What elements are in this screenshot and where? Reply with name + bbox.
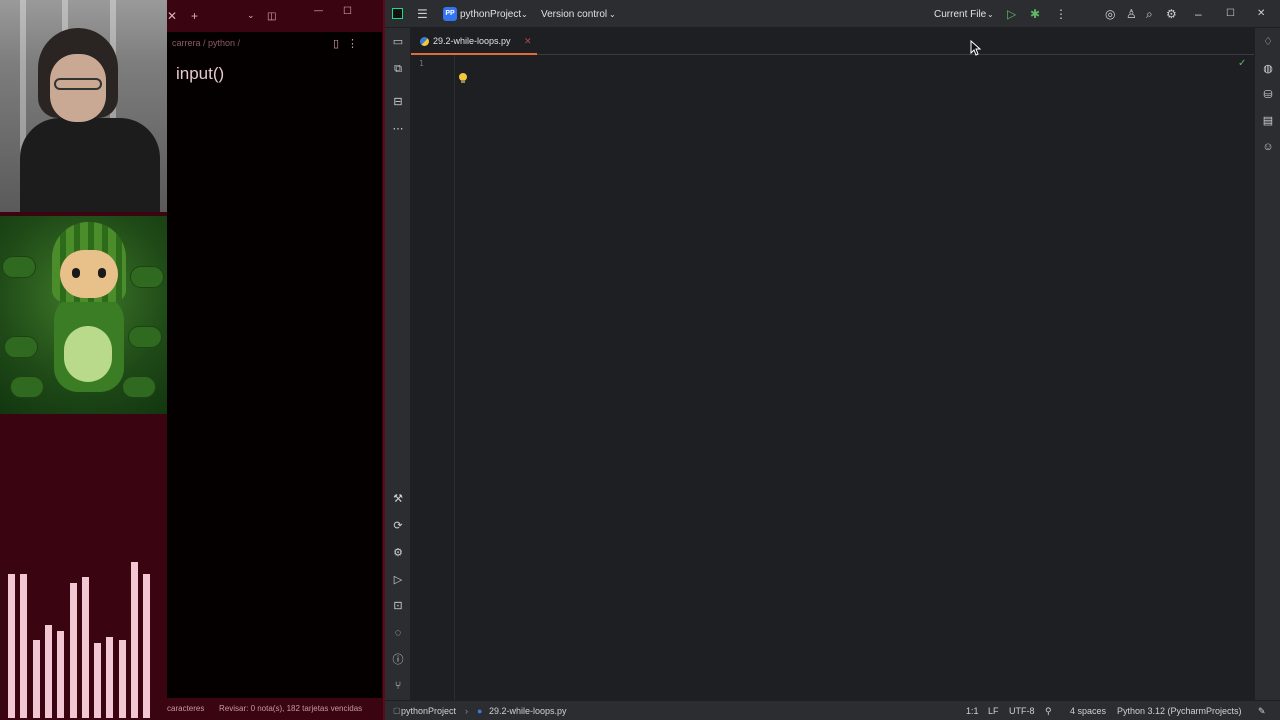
right-tool-strip: ♢ ◍ ⛁ ▤ ☺ — [1254, 28, 1280, 700]
visualizer-bar — [69, 583, 77, 718]
python-file-icon — [420, 37, 429, 46]
more-actions-icon[interactable]: ⋮ — [1055, 7, 1067, 21]
cucumber-cat-image — [0, 216, 167, 414]
version-control-menu[interactable]: Version control — [541, 9, 607, 20]
line-separator[interactable]: LF — [988, 706, 999, 716]
audio-visualizer — [0, 414, 167, 720]
inspection-ok-icon[interactable]: ✓ — [1238, 58, 1246, 69]
reading-view-icon[interactable]: ▯⋮ — [333, 37, 366, 50]
main-menu-icon[interactable]: ☰ — [417, 7, 428, 21]
chevron-down-icon[interactable]: ⌄ — [987, 10, 994, 19]
breadcrumb[interactable]: carrera / python / — [172, 38, 240, 48]
visualizer-bar — [94, 643, 102, 718]
title-bar: ☰ PP pythonProject ⌄ Version control ⌄ C… — [385, 0, 1280, 28]
minimize-icon[interactable]: – — [1195, 7, 1202, 21]
close-icon[interactable]: ✕ — [167, 9, 177, 23]
sidebar-toggle-icon[interactable]: ◫ — [267, 11, 276, 22]
chevron-down-icon[interactable]: ⌄ — [521, 10, 528, 19]
terminal-icon[interactable]: ⊡ — [391, 599, 405, 613]
chevron-down-icon[interactable]: ⌄ — [247, 10, 255, 21]
mouse-cursor-icon — [970, 40, 982, 56]
database-icon[interactable]: ⛁ — [1261, 88, 1275, 102]
tab-while-loops[interactable]: 29.2-while-loops.py ✕ — [411, 28, 537, 55]
run-icon[interactable]: ▷ — [1007, 7, 1016, 21]
services-icon[interactable]: ⚙ — [391, 546, 405, 560]
visualizer-bar — [81, 577, 89, 718]
status-bar: ▢ pythonProject › ● 29.2-while-loops.py … — [385, 700, 1280, 720]
visualizer-bar — [118, 640, 126, 718]
notifications-icon[interactable]: ♢ — [1261, 35, 1275, 49]
webcam-feed — [0, 0, 167, 212]
close-tab-icon[interactable]: ✕ — [524, 36, 532, 47]
screen: ✕ + ⌄ ◫ — ☐ carrera / python / ▯⋮ input(… — [0, 0, 1280, 720]
tab-label: 29.2-while-loops.py — [433, 36, 511, 46]
maximize-icon[interactable]: ☐ — [343, 6, 352, 17]
visualizer-bar — [143, 574, 151, 718]
caret-position[interactable]: 1:1 — [966, 706, 979, 716]
run-config-selector[interactable]: Current File — [934, 9, 986, 20]
pycharm-logo-icon — [392, 8, 403, 19]
close-icon[interactable]: ✕ — [1257, 8, 1265, 19]
structure-icon[interactable]: ⊟ — [391, 95, 405, 109]
notes-panel: ✕ + ⌄ ◫ — ☐ carrera / python / ▯⋮ input(… — [167, 0, 383, 720]
visualizer-bar — [106, 637, 114, 718]
breadcrumb-icon: ▢ — [393, 706, 401, 715]
presenter — [20, 28, 160, 212]
gear-icon[interactable]: ⚙ — [1166, 7, 1177, 21]
notes-titlebar: ✕ + ⌄ ◫ — ☐ — [167, 0, 383, 32]
char-count: caracteres — [167, 704, 205, 713]
ai-assistant-icon[interactable]: ◍ — [1261, 62, 1275, 76]
editor-tab-bar: 29.2-while-loops.py ✕ — [411, 28, 1254, 55]
python-file-icon: ● — [477, 706, 483, 716]
line-number: 1 — [419, 59, 424, 68]
code-with-me-icon[interactable]: ◎ — [1105, 7, 1115, 21]
search-icon[interactable]: ⌕ — [1146, 7, 1153, 22]
problems-icon[interactable]: ◌ — [391, 626, 405, 640]
indent-setting[interactable]: 4 spaces — [1070, 706, 1106, 716]
chevron-right-icon: › — [465, 706, 468, 716]
visualizer-bar — [20, 574, 28, 718]
add-user-icon[interactable]: ♙ — [1126, 7, 1137, 21]
status-file[interactable]: 29.2-while-loops.py — [489, 706, 567, 716]
stream-overlay-column — [0, 0, 167, 720]
visualizer-bar — [32, 640, 40, 718]
file-encoding[interactable]: UTF-8 — [1009, 706, 1035, 716]
python-packages-icon[interactable]: ⚒ — [391, 492, 405, 506]
notes-statusbar: caracteres Revisar: 0 nota(s), 182 tarje… — [167, 698, 383, 720]
pep-icon[interactable]: ⚲ — [1045, 706, 1052, 717]
maximize-icon[interactable]: ☐ — [1226, 8, 1235, 19]
visualizer-bar — [44, 625, 52, 718]
visualizer-bar — [57, 631, 65, 718]
project-selector[interactable]: pythonProject — [460, 9, 521, 20]
more-tools-icon[interactable]: ⋯ — [391, 122, 405, 136]
run-tool-icon[interactable]: ▷ — [391, 573, 405, 587]
git-branch-icon[interactable]: ⑂ — [391, 679, 405, 693]
interpreter-selector[interactable]: Python 3.12 (PycharmProjects) — [1117, 706, 1242, 716]
chevron-down-icon[interactable]: ⌄ — [609, 10, 616, 19]
read-only-toggle-icon[interactable]: ✎ — [1258, 706, 1266, 717]
minimize-icon[interactable]: — — [314, 5, 323, 15]
note-title: input() — [176, 64, 225, 83]
python-console-icon[interactable]: ⟳ — [391, 519, 405, 533]
add-tab-icon[interactable]: + — [191, 9, 198, 23]
visualizer-bar — [8, 574, 15, 718]
debug-icon[interactable]: ✱ — [1030, 7, 1040, 21]
copilot-icon[interactable]: ☺ — [1261, 140, 1275, 154]
project-folder-icon[interactable]: ▭ — [391, 35, 405, 49]
visualizer-bar — [131, 562, 138, 718]
project-badge[interactable]: PP — [443, 7, 457, 21]
commit-icon[interactable]: ⧉ — [391, 62, 405, 76]
sciview-icon[interactable]: ▤ — [1261, 114, 1275, 128]
line-gutter: 1 — [411, 55, 455, 700]
lightbulb-icon[interactable] — [459, 73, 467, 83]
pycharm-window: ☰ PP pythonProject ⌄ Version control ⌄ C… — [385, 0, 1280, 720]
warning-icon[interactable]: ⓘ — [391, 653, 405, 667]
review-status[interactable]: Revisar: 0 nota(s), 182 tarjetas vencida… — [219, 704, 362, 713]
status-project[interactable]: pythonProject — [401, 706, 456, 716]
left-tool-strip: ▭ ⧉ ⊟ ⋯ ⚒ ⟳ ⚙ ▷ ⊡ ◌ ⓘ ⑂ — [385, 28, 411, 700]
